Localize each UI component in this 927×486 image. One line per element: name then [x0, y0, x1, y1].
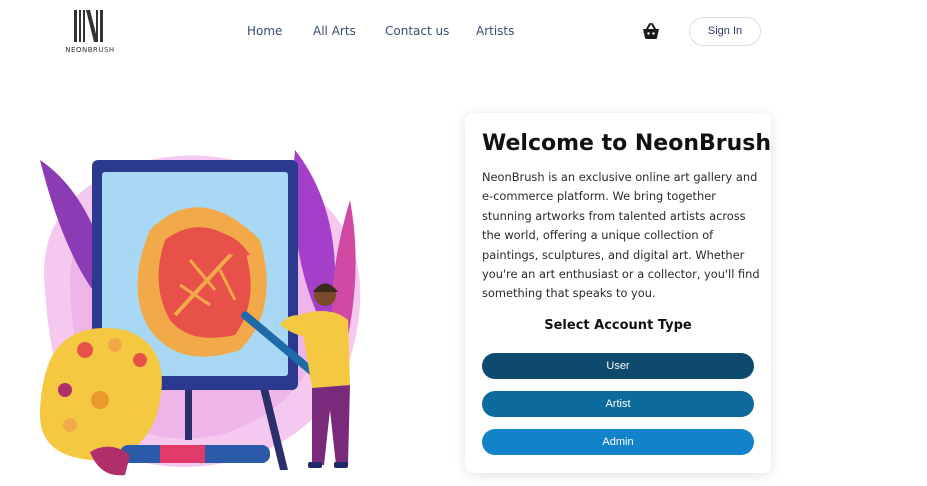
welcome-card: Welcome to NeonBrush NeonBrush is an exc…: [465, 113, 771, 473]
neonbrush-logo-icon: [74, 10, 103, 42]
nav-artists-link[interactable]: Artists: [476, 24, 514, 38]
welcome-title: Welcome to NeonBrush: [482, 131, 772, 156]
site-header: NEONBRUSH Home All Arts Contact us Artis…: [0, 0, 927, 64]
welcome-description: NeonBrush is an exclusive online art gal…: [482, 170, 760, 301]
nav-contact-link[interactable]: Contact us: [385, 24, 449, 38]
nav-home-link[interactable]: Home: [247, 24, 282, 38]
nav-all-arts-link[interactable]: All Arts: [313, 24, 356, 38]
brand-logo[interactable]: NEONBRUSH: [64, 8, 116, 56]
admin-account-button[interactable]: Admin: [482, 429, 754, 455]
shopping-basket-icon[interactable]: [641, 22, 661, 40]
hero-illustration: [30, 140, 380, 485]
brand-name: NEONBRUSH: [65, 46, 115, 54]
artist-account-button[interactable]: Artist: [482, 391, 754, 417]
user-account-button[interactable]: User: [482, 353, 754, 379]
sign-in-button[interactable]: Sign In: [689, 17, 761, 46]
account-type-heading: Select Account Type: [544, 318, 692, 333]
